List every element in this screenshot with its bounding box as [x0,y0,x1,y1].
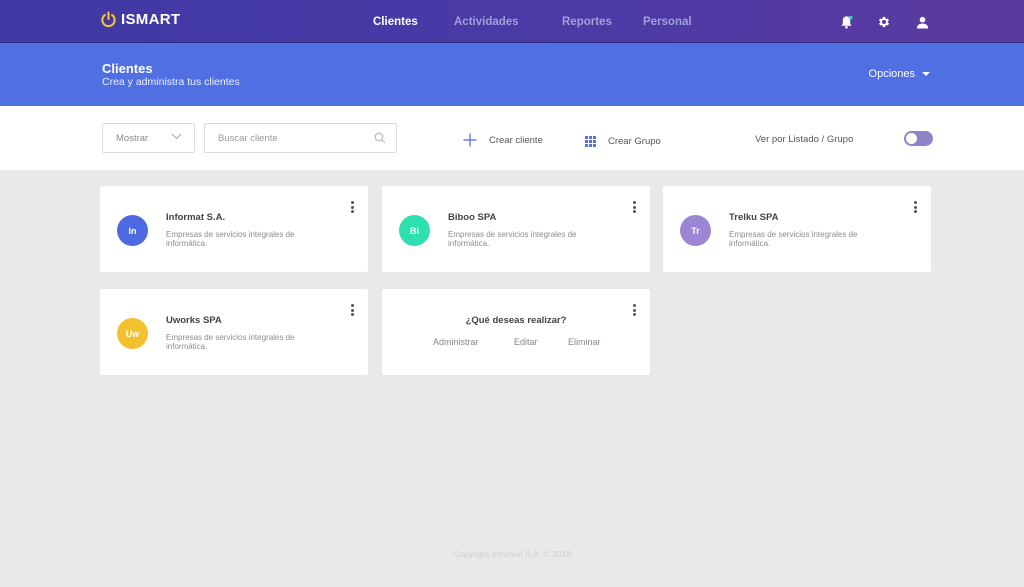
action-card-title: ¿Qué deseas realizar? [465,315,567,326]
nav-item-clientes[interactable]: Clientes [373,16,418,28]
page-subtitle: Crea y administra tus clientes [102,76,240,88]
avatar: In [117,215,148,246]
plus-icon [463,133,477,147]
create-client-button[interactable]: Crear cliente [463,133,543,147]
client-card[interactable]: In Informat S.A. Empresas de servicios i… [100,186,368,272]
toggle-knob [906,133,917,144]
client-card[interactable]: Tr Trelku SPA Empresas de servicios inte… [663,186,931,272]
client-description: Empresas de servicios integrales de info… [729,230,858,248]
nav-item-actividades[interactable]: Actividades [454,16,519,28]
page-header-banner: Clientes Crea y administra tus clientes … [0,43,1024,106]
options-dropdown[interactable]: Opciones [869,68,930,80]
avatar: Bi [399,215,430,246]
eliminar-link[interactable]: Eliminar [568,337,601,347]
avatar: Uw [117,318,148,349]
editar-link[interactable]: Editar [514,337,538,347]
show-select[interactable]: Mostrar [102,123,195,153]
show-select-label: Mostrar [116,133,149,144]
create-group-button[interactable]: Crear Grupo [585,136,661,147]
more-options-icon[interactable] [632,304,636,316]
bell-icon[interactable] [838,14,854,30]
create-group-label: Crear Grupo [608,136,661,147]
client-name: Informat S.A. [166,212,226,223]
client-card[interactable]: Uw Uworks SPA Empresas de servicios inte… [100,289,368,375]
client-name: Trelku SPA [729,212,779,223]
more-options-icon[interactable] [350,201,354,213]
administrar-link[interactable]: Administrar [433,337,479,347]
options-label: Opciones [868,68,915,80]
footer-copyright: Copyright Informat S.A. © 2018 [452,549,572,559]
client-description: Empresas de servicios integrales de info… [166,333,295,351]
caret-down-icon [922,72,930,76]
top-navbar: ISMART Clientes Actividades Reportes Per… [0,0,1024,43]
header-icons [838,14,930,30]
client-card[interactable]: Bi Biboo SPA Empresas de servicios integ… [382,186,650,272]
chevron-down-icon [171,133,182,140]
search-icon[interactable] [374,132,386,144]
client-description: Empresas de servicios integrales de info… [448,230,577,248]
grid-icon [585,136,596,147]
create-client-label: Crear cliente [489,134,543,146]
view-by-label: Ver por Listado / Grupo [755,134,854,145]
user-icon[interactable] [914,14,930,30]
action-card: ¿Qué deseas realizar? Administrar Editar… [382,289,650,375]
gear-icon[interactable] [876,14,892,30]
client-name: Uworks SPA [166,315,222,326]
more-options-icon[interactable] [632,201,636,213]
client-name: Biboo SPA [448,212,497,223]
more-options-icon[interactable] [350,304,354,316]
client-description: Empresas de servicios integrales de info… [166,230,295,248]
search-box [204,123,397,153]
more-options-icon[interactable] [913,201,917,213]
nav-item-personal[interactable]: Personal [643,16,692,28]
search-input[interactable] [205,124,365,152]
avatar: Tr [680,215,711,246]
nav-item-reportes[interactable]: Reportes [562,16,612,28]
page-title: Clientes [102,61,153,76]
view-toggle[interactable] [904,131,933,146]
